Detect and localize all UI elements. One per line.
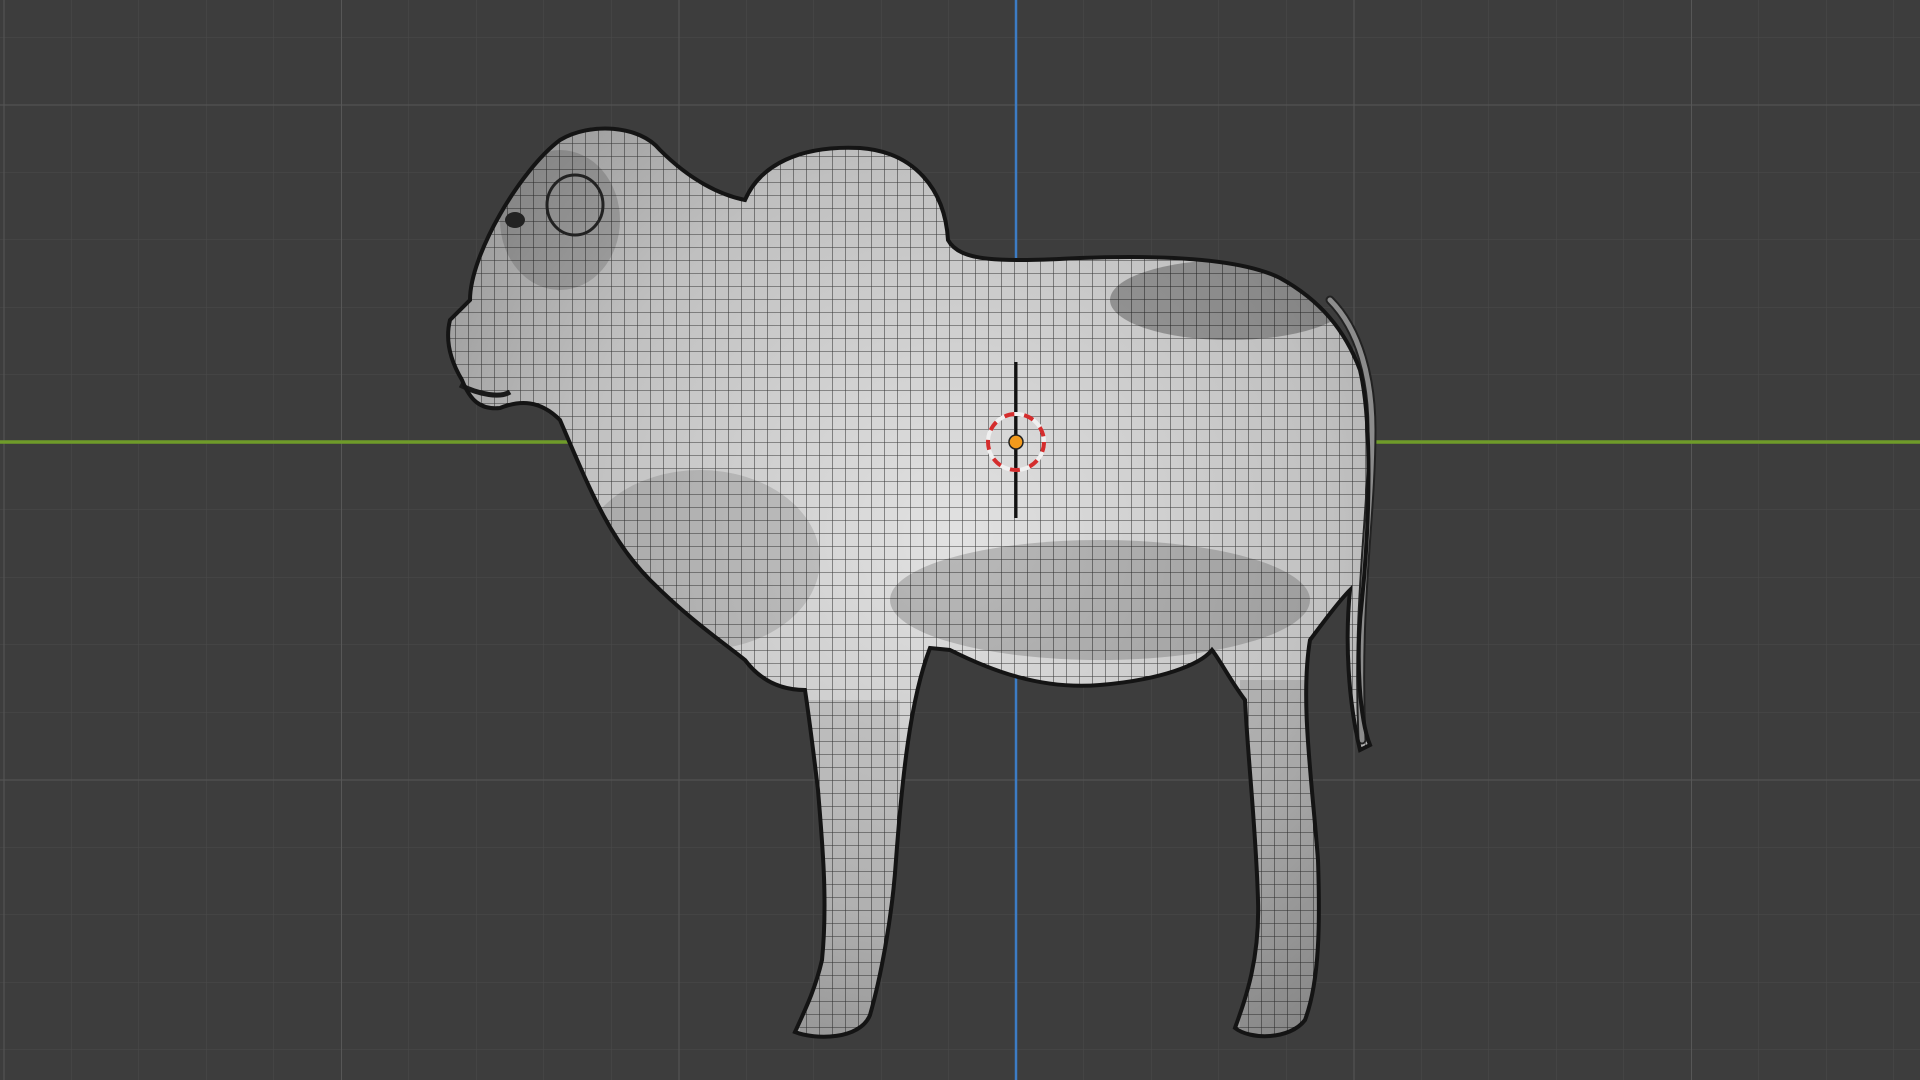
3d-viewport[interactable] — [0, 0, 1920, 1080]
object-origin-icon — [1008, 434, 1024, 450]
viewport-canvas[interactable] — [0, 0, 1920, 1080]
eye-detail — [505, 212, 525, 228]
